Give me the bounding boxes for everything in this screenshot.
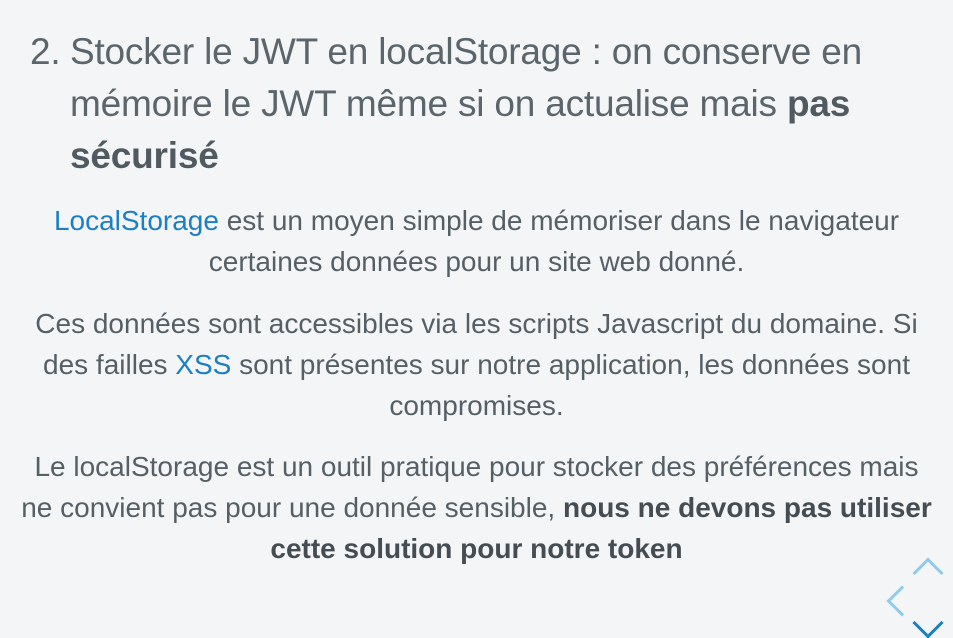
paragraph-localstorage: LocalStorage est un moyen simple de mémo… xyxy=(20,200,933,282)
paragraph-xss-after: sont présentes sur notre application, le… xyxy=(231,349,910,421)
xss-link[interactable]: XSS xyxy=(175,349,231,380)
paragraph-localstorage-text: est un moyen simple de mémoriser dans le… xyxy=(208,205,900,277)
localstorage-link[interactable]: LocalStorage xyxy=(54,205,219,236)
slide: 2. Stocker le JWT en localStorage : on c… xyxy=(0,0,953,638)
heading-text-plain: Stocker le JWT en localStorage : on cons… xyxy=(70,31,862,124)
heading-number: 2. xyxy=(30,31,61,72)
slide-heading: 2. Stocker le JWT en localStorage : on c… xyxy=(30,26,920,182)
paragraph-conclusion: Le localStorage est un outil pratique po… xyxy=(20,446,933,569)
heading-text: Stocker le JWT en localStorage : on cons… xyxy=(70,26,920,182)
paragraph-xss: Ces données sont accessibles via les scr… xyxy=(20,303,933,426)
